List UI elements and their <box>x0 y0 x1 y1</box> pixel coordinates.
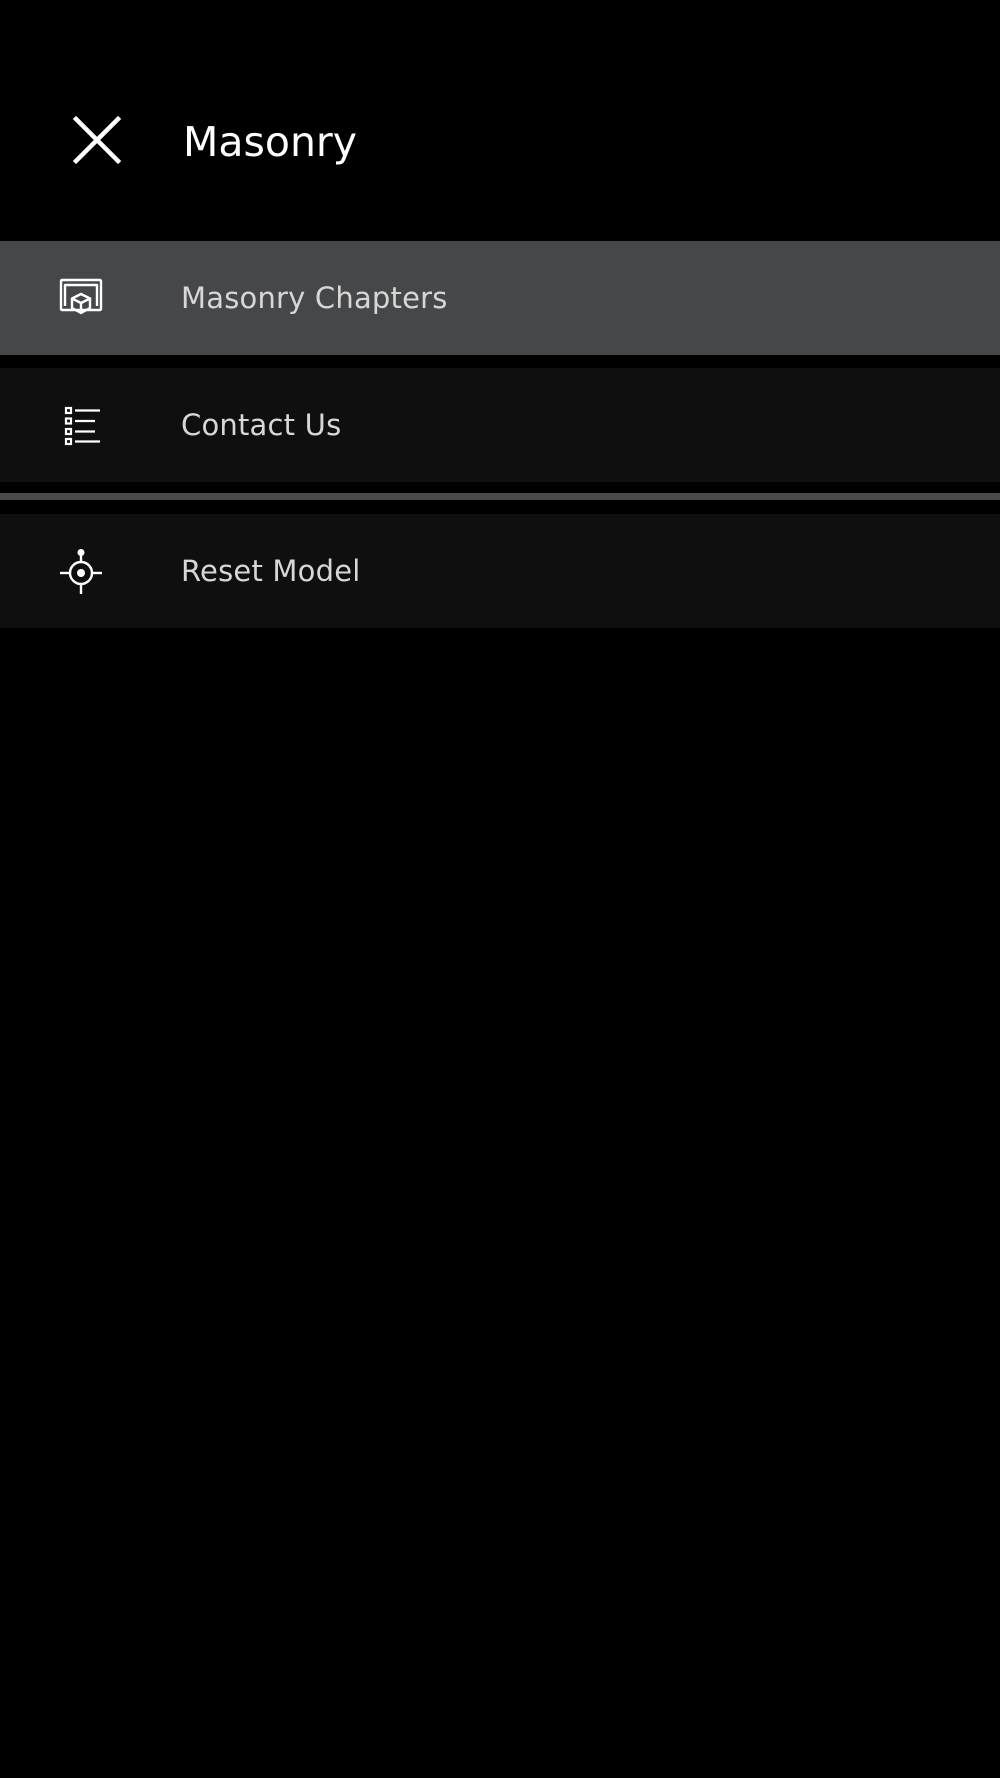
menu-divider <box>0 493 1000 500</box>
model-chapters-icon <box>58 275 106 323</box>
close-button[interactable] <box>66 112 126 172</box>
menu-item-reset-model[interactable]: Reset Model <box>0 514 1000 628</box>
menu-item-label: Masonry Chapters <box>181 281 448 315</box>
menu-item-label: Contact Us <box>181 408 342 442</box>
list-icon <box>58 402 106 450</box>
menu-item-label: Reset Model <box>181 554 361 588</box>
menu-item-contact-us[interactable]: Contact Us <box>0 368 1000 482</box>
close-icon <box>72 115 122 165</box>
reset-target-icon <box>58 548 106 596</box>
app-header: Masonry <box>0 0 1000 240</box>
page-title: Masonry <box>183 118 358 166</box>
menu-item-masonry-chapters[interactable]: Masonry Chapters <box>0 241 1000 355</box>
